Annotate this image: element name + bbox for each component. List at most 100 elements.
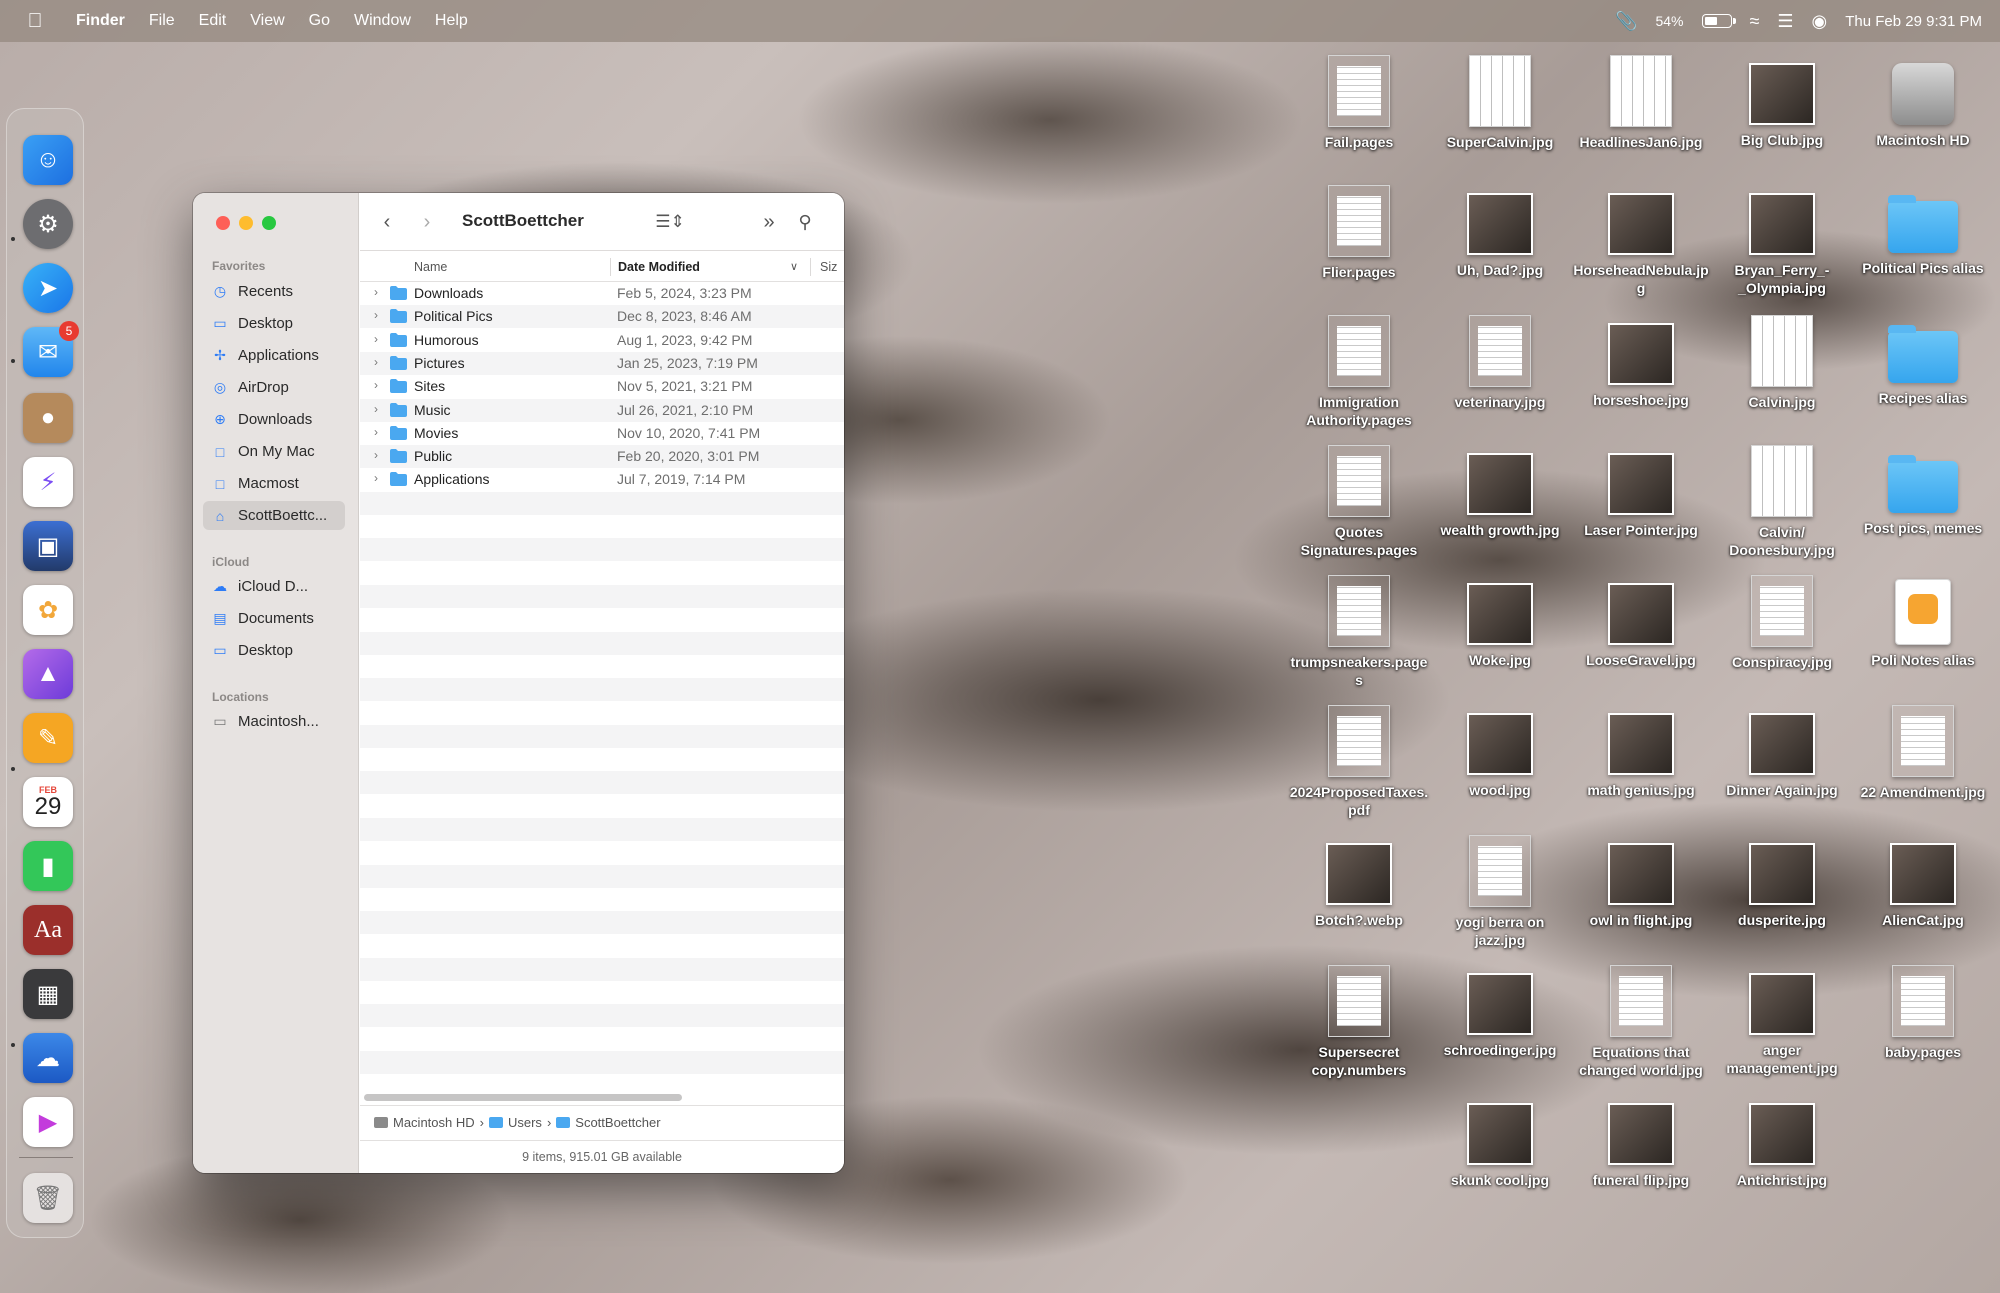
close-button[interactable] [216,216,230,230]
desktop-icon-item[interactable]: 22 Amendment.jpg [1853,705,1993,801]
control-center-icon[interactable]: ☰ [1777,11,1793,32]
more-toolbar-icon[interactable]: » [756,207,782,237]
safari-icon[interactable]: ➤ [23,263,73,313]
disclosure-chevron-icon[interactable]: › [374,471,378,485]
menu-file[interactable]: File [137,0,187,42]
desktop-icon-item[interactable]: Antichrist.jpg [1712,1095,1852,1189]
desktop-icon-item[interactable]: schroedinger.jpg [1430,965,1570,1059]
column-divider[interactable] [810,258,811,276]
sidebar-item-documents[interactable]: ▤ Documents [203,604,345,633]
table-row[interactable]: › Pictures Jan 25, 2023, 7:19 PM [360,351,844,375]
column-size[interactable]: Siz [820,260,837,274]
view-options-icon[interactable]: ☰⇕ [648,207,692,237]
desktop-icon-item[interactable]: Supersecret copy.numbers [1289,965,1429,1079]
desktop-icon-item[interactable]: Big Club.jpg [1712,55,1852,149]
mail-icon[interactable]: ✉ 5 [23,321,79,377]
minimize-button[interactable] [239,216,253,230]
paperclip-icon[interactable]: 📎 [1615,11,1637,32]
path-item[interactable]: Macintosh HD [393,1115,475,1130]
sidebar-item-icloud-desktop[interactable]: ▭ Desktop [203,636,345,665]
column-name[interactable]: Name [414,260,447,274]
desktop-icon-item[interactable]: veterinary.jpg [1430,315,1570,411]
disclosure-chevron-icon[interactable]: › [374,402,378,416]
table-row[interactable]: › Sites Nov 5, 2021, 3:21 PM [360,375,844,398]
menu-clock[interactable]: Thu Feb 29 9:31 PM [1845,13,1982,30]
disclosure-chevron-icon[interactable]: › [374,355,378,369]
calculator-icon[interactable]: ▦ [23,969,73,1019]
desktop-icon-item[interactable]: Poli Notes alias [1853,575,1993,669]
desktop-icon-item[interactable]: HorseheadNebula.jpg [1571,185,1711,297]
zoom-button[interactable] [262,216,276,230]
battery-icon[interactable] [1701,14,1736,28]
finder-icon[interactable]: ☺ [23,135,73,185]
disclosure-chevron-icon[interactable]: › [374,308,378,322]
system-settings-icon[interactable]: ⚙ [23,199,73,249]
sidebar-item-desktop[interactable]: ▭ Desktop [203,309,345,338]
table-row[interactable]: › Movies Nov 10, 2020, 7:41 PM [360,422,844,445]
column-divider[interactable] [610,258,611,276]
table-row[interactable]: › Downloads Feb 5, 2024, 3:23 PM [360,282,844,305]
search-icon[interactable]: ⚲ [790,207,820,237]
desktop-icon-item[interactable]: Equations that changed world.jpg [1571,965,1711,1079]
desktop-icon-item[interactable]: Uh, Dad?.jpg [1430,185,1570,279]
numbers-icon[interactable]: ▮ [23,841,73,891]
desktop-icon-item[interactable]: Calvin/ Doonesbury.jpg [1712,445,1852,559]
disclosure-chevron-icon[interactable]: › [374,285,378,299]
desktop-icon-item[interactable]: Political Pics alias [1853,185,1993,277]
desktop-icon-item[interactable]: Immigration Authority.pages [1289,315,1429,429]
desktop-icon-item[interactable]: funeral flip.jpg [1571,1095,1711,1189]
path-item[interactable]: Users [508,1115,542,1130]
pages-icon[interactable]: ✎ [23,713,73,763]
column-date-modified[interactable]: Date Modified [618,260,700,274]
desktop-icon-item[interactable]: anger management.jpg [1712,965,1852,1077]
desktop-icon-item[interactable]: AlienCat.jpg [1853,835,1993,929]
sidebar-item-macmost[interactable]: □ Macmost [203,469,345,498]
desktop-icon-item[interactable]: Macintosh HD [1853,55,1993,149]
desktop-icon-item[interactable]: Laser Pointer.jpg [1571,445,1711,539]
wifi-icon[interactable]: ≈ [1750,11,1760,32]
desktop-icon-item[interactable]: Flier.pages [1289,185,1429,281]
desktop-icon-item[interactable]: wealth growth.jpg [1430,445,1570,539]
horizontal-scrollbar[interactable] [364,1094,682,1101]
media-player-icon[interactable]: ▶ [23,1097,73,1147]
desktop-icon-item[interactable]: SuperCalvin.jpg [1430,55,1570,151]
desktop-icon-item[interactable]: LooseGravel.jpg [1571,575,1711,669]
disclosure-chevron-icon[interactable]: › [374,448,378,462]
desktop-icon-item[interactable]: wood.jpg [1430,705,1570,799]
photos-icon[interactable]: ✿ [23,585,73,635]
desktop-icon-item[interactable]: Conspiracy.jpg [1712,575,1852,671]
desktop-icon-item[interactable]: Recipes alias [1853,315,1993,407]
table-row[interactable]: › Humorous Aug 1, 2023, 9:42 PM [360,329,844,352]
sidebar-item-recents[interactable]: ◷ Recents [203,277,345,306]
dictionary-icon[interactable]: Aa [23,905,73,955]
sidebar-item-downloads[interactable]: ⊕ Downloads [203,405,345,434]
desktop-icon-item[interactable]: baby.pages [1853,965,1993,1061]
desktop-icon-item[interactable]: Post pics, memes [1853,445,1993,537]
desktop-icon-item[interactable]: skunk cool.jpg [1430,1095,1570,1189]
sort-chevron-icon[interactable]: ∨ [790,260,798,273]
desktop-icon-item[interactable]: owl in flight.jpg [1571,835,1711,929]
forward-button[interactable]: › [414,207,440,237]
desktop-icon-item[interactable]: Botch?.webp [1289,835,1429,929]
sidebar-item-home[interactable]: ⌂ ScottBoettc... [203,501,345,530]
apple-menu-icon[interactable]:  [20,0,50,42]
preview-icon[interactable]: ▣ [23,521,73,571]
desktop-icon-item[interactable]: Quotes Signatures.pages [1289,445,1429,559]
desktop-icon-item[interactable]: Fail.pages [1289,55,1429,151]
calendar-icon[interactable]: FEB 29 [23,777,73,827]
sidebar-item-on-my-mac[interactable]: □ On My Mac [203,437,345,466]
desktop-icon-item[interactable]: dusperite.jpg [1712,835,1852,929]
table-row[interactable]: › Applications Jul 7, 2019, 7:14 PM [360,468,844,491]
menu-window[interactable]: Window [342,0,423,42]
sidebar-item-airdrop[interactable]: ◎ AirDrop [203,373,345,402]
desktop-icon-item[interactable]: Bryan_Ferry_-_Olympia.jpg [1712,185,1852,297]
menu-help[interactable]: Help [423,0,480,42]
desktop-icon-item[interactable]: HeadlinesJan6.jpg [1571,55,1711,151]
desktop-icon-item[interactable]: Dinner Again.jpg [1712,705,1852,799]
menu-go[interactable]: Go [297,0,342,42]
table-row[interactable]: › Music Jul 26, 2021, 2:10 PM [360,398,844,422]
siri-icon[interactable]: ◉ [1812,11,1828,32]
desktop-icon-item[interactable]: horseshoe.jpg [1571,315,1711,409]
sidebar-item-macintosh-hd[interactable]: ▭ Macintosh... [203,707,345,736]
desktop-icon-item[interactable]: Calvin.jpg [1712,315,1852,411]
